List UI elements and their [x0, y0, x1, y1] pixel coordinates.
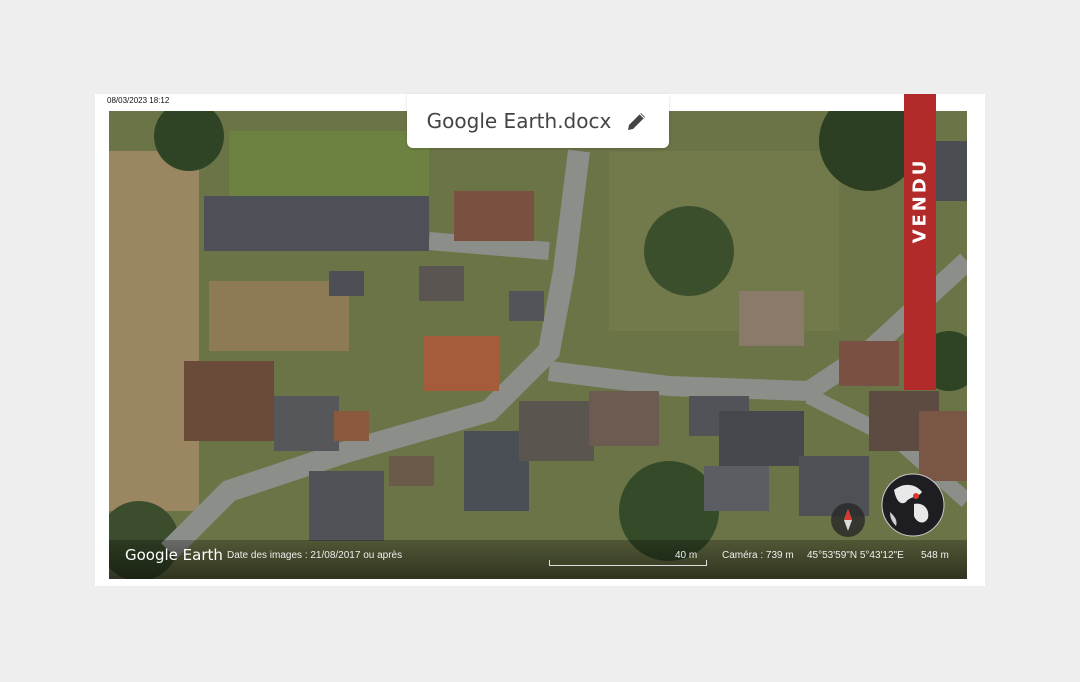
timestamp: 08/03/2023 18:12: [107, 96, 170, 105]
globe-icon[interactable]: [880, 472, 946, 538]
coordinates: 45°53'59"N 5°43'12"E: [807, 550, 904, 561]
document-title-chip[interactable]: Google Earth.docx: [407, 94, 669, 148]
elevation: 548 m: [921, 550, 949, 561]
document-name: Google Earth.docx: [426, 109, 612, 133]
sold-label: VENDU: [909, 157, 931, 244]
compass-icon[interactable]: [831, 503, 865, 537]
sold-banner: VENDU: [904, 94, 936, 390]
scale-label: 40 m: [675, 550, 698, 561]
pencil-icon[interactable]: [625, 109, 649, 133]
image-date: Date des images : 21/08/2017 ou après: [227, 550, 403, 561]
camera-altitude: Caméra : 739 m: [722, 550, 794, 561]
google-earth-logo: Google Earth: [125, 546, 223, 564]
map-footer: Google Earth Date des images : 21/08/201…: [109, 540, 967, 579]
